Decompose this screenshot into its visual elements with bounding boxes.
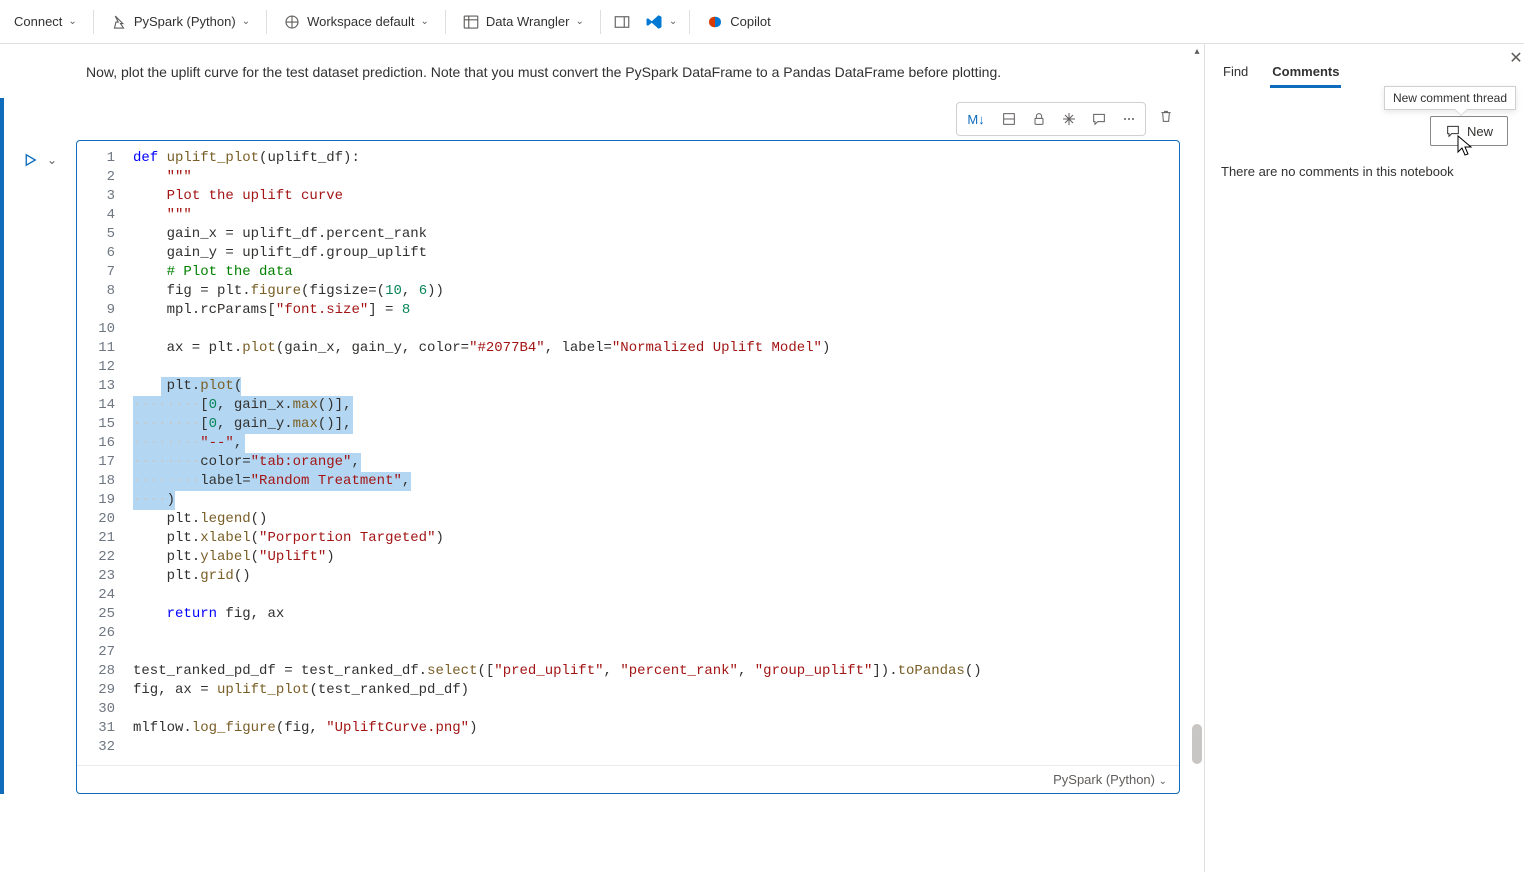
connect-label: Connect bbox=[14, 14, 62, 29]
chevron-down-icon: ⌄ bbox=[575, 16, 583, 27]
pyspark-dropdown[interactable]: PySpark (Python) ⌄ bbox=[100, 7, 260, 37]
vscode-button[interactable]: ⌄ bbox=[639, 7, 683, 37]
freeze-button[interactable] bbox=[1055, 105, 1083, 133]
markdown-label: M↓ bbox=[967, 112, 984, 127]
code-cell-frame: M↓ bbox=[8, 98, 1180, 794]
toolbar-separator bbox=[266, 10, 267, 34]
markdown-text: Now, plot the uplift curve for the test … bbox=[86, 64, 1001, 80]
notebook-content: ▴ Now, plot the uplift curve for the tes… bbox=[0, 44, 1204, 872]
empty-comments-message: There are no comments in this notebook bbox=[1221, 164, 1508, 179]
pyspark-label: PySpark (Python) bbox=[134, 14, 236, 29]
chevron-down-icon: ⌄ bbox=[242, 16, 250, 27]
new-comment-button[interactable]: New bbox=[1430, 116, 1508, 146]
chevron-down-icon: ⌄ bbox=[421, 16, 429, 27]
markdown-cell: Now, plot the uplift curve for the test … bbox=[0, 64, 1204, 98]
code-cell[interactable]: ⌄ 12345678910111213141516171819202122232… bbox=[76, 140, 1180, 794]
scrollbar-thumb[interactable] bbox=[1192, 724, 1202, 764]
cell-active-indicator bbox=[0, 98, 4, 794]
data-wrangler-icon bbox=[462, 13, 480, 31]
workspace-dropdown[interactable]: Workspace default ⌄ bbox=[273, 7, 439, 37]
data-wrangler-label: Data Wrangler bbox=[486, 14, 570, 29]
top-toolbar: Connect ⌄ PySpark (Python) ⌄ Workspace d… bbox=[0, 0, 1524, 44]
vscode-icon bbox=[645, 13, 663, 31]
toolbar-separator bbox=[689, 10, 690, 34]
toolbar-separator bbox=[445, 10, 446, 34]
more-button[interactable] bbox=[1115, 105, 1143, 133]
copilot-button[interactable]: Copilot bbox=[696, 7, 780, 37]
convert-to-markdown-button[interactable]: M↓ bbox=[959, 105, 993, 133]
delete-cell-button[interactable] bbox=[1152, 102, 1180, 130]
cell-toolbar: M↓ bbox=[8, 98, 1180, 140]
chevron-down-icon: ⌄ bbox=[669, 16, 677, 27]
panel-icon bbox=[613, 13, 631, 31]
line-gutter: 1234567891011121314151617181920212223242… bbox=[77, 149, 133, 757]
comments-panel: ✕ Find Comments New comment thread New T… bbox=[1204, 44, 1524, 872]
copilot-label: Copilot bbox=[730, 14, 770, 29]
code-editor[interactable]: def uplift_plot(uplift_df): """ Plot the… bbox=[133, 149, 1179, 757]
toolbar-separator bbox=[93, 10, 94, 34]
tab-find[interactable]: Find bbox=[1221, 58, 1250, 88]
scrollbar-track[interactable]: ▴ bbox=[1190, 44, 1204, 872]
spark-icon bbox=[110, 13, 128, 31]
workspace-label: Workspace default bbox=[307, 14, 414, 29]
toggle-output-button[interactable] bbox=[995, 105, 1023, 133]
copilot-icon bbox=[706, 13, 724, 31]
cell-language-dropdown[interactable]: PySpark (Python) ⌄ bbox=[1053, 772, 1167, 787]
chevron-down-icon: ⌄ bbox=[68, 16, 76, 27]
new-button-label: New bbox=[1467, 124, 1493, 139]
chevron-down-icon: ⌄ bbox=[1159, 776, 1167, 787]
scroll-up-arrow[interactable]: ▴ bbox=[1192, 46, 1202, 56]
workspace-icon bbox=[283, 13, 301, 31]
comment-icon bbox=[1445, 123, 1461, 139]
comment-button[interactable] bbox=[1085, 105, 1113, 133]
cell-footer: PySpark (Python) ⌄ bbox=[77, 765, 1179, 793]
data-wrangler-dropdown[interactable]: Data Wrangler ⌄ bbox=[452, 7, 594, 37]
layout-button[interactable] bbox=[607, 7, 637, 37]
lock-button[interactable] bbox=[1025, 105, 1053, 133]
new-comment-tooltip: New comment thread bbox=[1384, 86, 1516, 110]
run-options-dropdown[interactable]: ⌄ bbox=[47, 153, 57, 167]
tab-comments[interactable]: Comments bbox=[1270, 58, 1341, 88]
toolbar-separator bbox=[600, 10, 601, 34]
connect-dropdown[interactable]: Connect ⌄ bbox=[4, 8, 87, 35]
run-cell-button[interactable] bbox=[21, 151, 39, 169]
